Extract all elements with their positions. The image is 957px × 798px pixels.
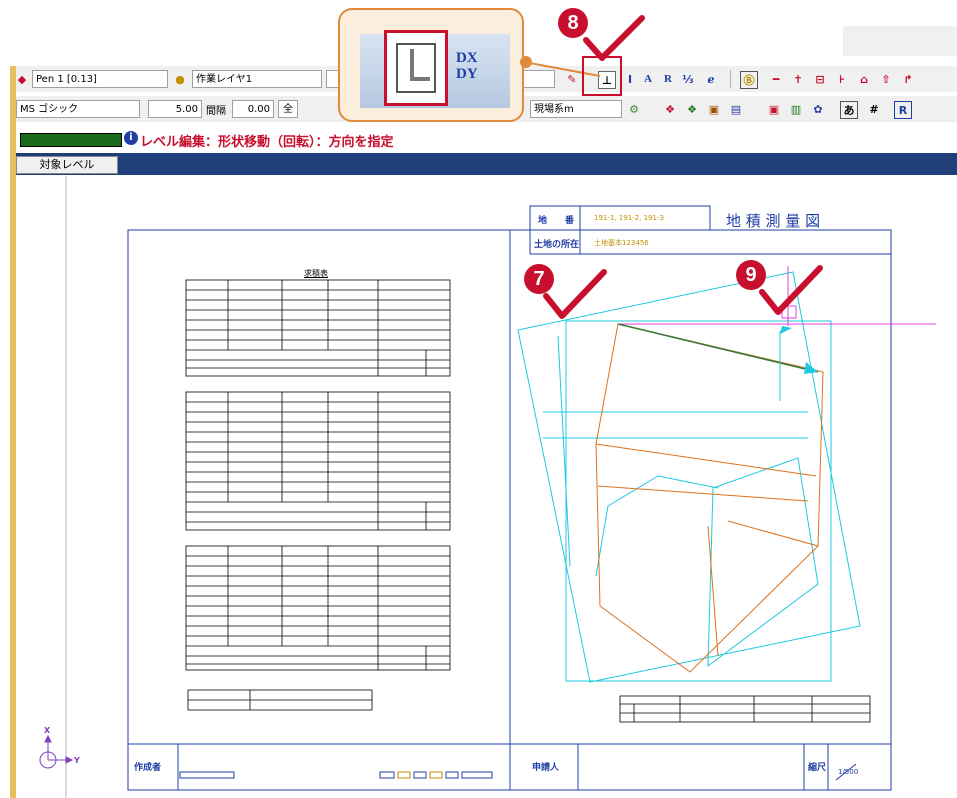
bottom-right-table (619, 695, 871, 723)
checkmark-7 (543, 269, 607, 319)
progress-bar (20, 133, 122, 147)
house-icon[interactable]: ⌂ (856, 71, 872, 87)
layers-icon[interactable]: ▥ (788, 101, 804, 117)
font-size-select[interactable]: 5.00 (148, 100, 202, 118)
area-table-1 (185, 279, 451, 377)
color-icon[interactable]: ✿ (810, 101, 826, 117)
rotate-shape-icon-large (396, 43, 436, 93)
axis-y-label: Y (74, 756, 80, 765)
stamp-icon[interactable]: Ⓑ (740, 71, 758, 89)
zoom-dy-label: DY (456, 66, 478, 82)
text-style-icon[interactable]: ℯ (703, 71, 719, 87)
status-row: i レベル編集：形状移動（回転）：方向を指定 (10, 130, 957, 150)
text-a-icon[interactable]: A (640, 71, 656, 87)
palette-2-icon[interactable]: ❖ (684, 101, 700, 117)
grid-icon[interactable]: # (866, 101, 882, 117)
palette-icon[interactable]: ❖ (662, 101, 678, 117)
rotated-frame-cyan (517, 271, 861, 683)
checkmark-9 (759, 265, 823, 315)
box-line-icon[interactable]: ⊟ (812, 71, 828, 87)
mode-text: レベル編集：形状移動（回転）：方向を指定 (140, 135, 394, 150)
separator (730, 70, 731, 88)
house-2-icon[interactable]: ⇧ (878, 71, 894, 87)
title-bar-remnant (843, 26, 957, 56)
scale-value: 1/500 (838, 768, 859, 776)
info-icon: i (124, 131, 138, 145)
font-select[interactable]: MS ゴシック (16, 100, 140, 118)
coord-select[interactable]: 現場系m (530, 100, 622, 118)
table-title: 求積表 (304, 269, 328, 278)
applicant-label: 申請人 (532, 763, 560, 773)
direction-arrow (617, 323, 819, 373)
small-table (187, 689, 373, 711)
creator-label: 作成者 (134, 763, 162, 773)
r-box-icon[interactable]: R (894, 101, 912, 119)
location-label: 土地の所在 (534, 240, 580, 250)
branch-line-icon[interactable]: ⊦ (834, 71, 850, 87)
target-level-tab[interactable]: 対象レベル (16, 156, 118, 174)
zoom-dx-label: DX (456, 50, 478, 66)
lot-value: 191-1, 191-2, 191-3 (594, 214, 664, 222)
spacing-label: 間隔 (206, 106, 226, 117)
axis-x-label: X (44, 726, 51, 735)
pen-select[interactable]: Pen 1 [0.13] (32, 70, 168, 88)
origin-axis (39, 734, 74, 769)
coord-icon[interactable]: ⚙ (626, 101, 642, 117)
text-r-icon[interactable]: R (660, 71, 676, 87)
level-tab-bar: 対象レベル (10, 153, 957, 175)
area-table-2 (185, 391, 451, 531)
layer-select[interactable]: 作業レイヤ1 (192, 70, 322, 88)
location-value: 土地基本123456 (594, 239, 649, 247)
area-table-3 (185, 545, 451, 671)
zoom-callout: DX DY (338, 8, 524, 122)
scale-label: 縮尺 (808, 763, 827, 773)
palette-3-icon[interactable]: ▣ (706, 101, 722, 117)
line-icon[interactable]: ━ (768, 71, 784, 87)
spacing-input[interactable]: 0.00 (232, 100, 274, 118)
checkmark-8 (583, 15, 645, 61)
cross-line-icon[interactable]: ✝ (790, 71, 806, 87)
all-button[interactable]: 全 (278, 100, 298, 118)
sheet-title: 地 積 測 量 図 (726, 212, 821, 230)
fraction-icon[interactable]: ⅓ (680, 71, 696, 87)
palette-4-icon[interactable]: ▤ (728, 101, 744, 117)
kana-icon[interactable]: あ (840, 101, 858, 119)
pen-icon[interactable]: ◆ (14, 71, 30, 87)
zoom-rotate-button (384, 30, 448, 106)
window-left-edge (10, 66, 16, 798)
window-icon[interactable]: ▣ (766, 101, 782, 117)
layer-icon[interactable]: ● (172, 71, 188, 87)
lot-label: 地 番 (538, 216, 575, 226)
dimension-icon[interactable]: Ⅰ (622, 71, 638, 87)
arrow-line-icon[interactable]: ↱ (900, 71, 916, 87)
